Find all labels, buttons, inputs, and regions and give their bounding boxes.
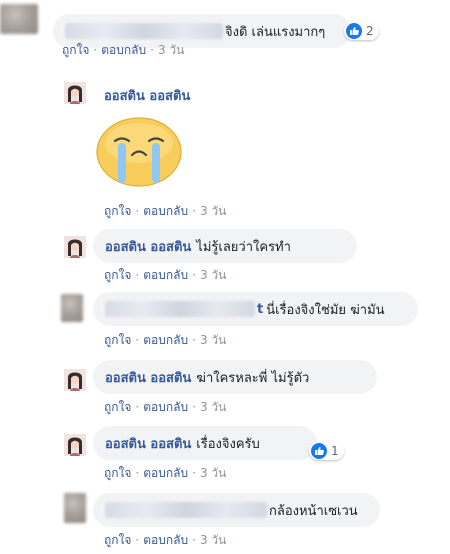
like-link[interactable]: ถูกใจ bbox=[104, 333, 131, 347]
author-name[interactable]: ออสติน ออสติน bbox=[105, 433, 191, 454]
reply-link[interactable]: ตอบกลับ bbox=[101, 43, 146, 57]
timestamp[interactable]: 3 วัน bbox=[200, 204, 226, 218]
comment-text: นี่เรื่องจิงใช่มัย ฆ่ามัน bbox=[266, 302, 385, 318]
like-link[interactable]: ถูกใจ bbox=[62, 43, 89, 57]
timestamp[interactable]: 3 วัน bbox=[200, 400, 226, 414]
timestamp[interactable]: 3 วัน bbox=[200, 466, 226, 480]
reaction-count[interactable]: 2 bbox=[344, 22, 379, 40]
timestamp[interactable]: 3 วัน bbox=[158, 43, 184, 57]
reply-link[interactable]: ตอบกลับ bbox=[143, 204, 188, 218]
comment-bubble: t นี่เรื่องจิงใช่มัย ฆ่ามัน bbox=[93, 292, 418, 326]
like-link[interactable]: ถูกใจ bbox=[104, 204, 131, 218]
like-icon bbox=[311, 443, 327, 459]
like-link[interactable]: ถูกใจ bbox=[104, 400, 131, 414]
timestamp[interactable]: 3 วัน bbox=[200, 533, 226, 547]
author-name-redacted[interactable] bbox=[105, 301, 255, 317]
avatar[interactable] bbox=[64, 434, 86, 456]
avatar-blurred[interactable] bbox=[0, 4, 38, 34]
reply-link[interactable]: ตอบกลับ bbox=[143, 466, 188, 480]
author-name[interactable]: ออสติน ออสติน bbox=[105, 367, 191, 388]
avatar[interactable] bbox=[64, 236, 86, 258]
crying-face-icon bbox=[96, 117, 182, 187]
comment-actions: ถูกใจ · ตอบกลับ · 3 วัน bbox=[104, 204, 227, 218]
reaction-count[interactable]: 1 bbox=[309, 442, 344, 460]
like-link[interactable]: ถูกใจ bbox=[104, 533, 131, 547]
comment-bubble: กล้องหน้าเซเวน bbox=[93, 493, 380, 527]
comment-text: กล้องหน้าเซเวน bbox=[269, 503, 358, 519]
like-link[interactable]: ถูกใจ bbox=[104, 466, 131, 480]
comment-actions: ถูกใจ · ตอบกลับ · 3 วัน bbox=[62, 43, 185, 57]
comment-bubble: ออสติน ออสติน เรื่องจิงครับ bbox=[93, 426, 317, 460]
comment-bubble: ออสติน ออสติน ไม่รู้เลยว่าใครทำ bbox=[93, 229, 357, 263]
comment-actions: ถูกใจ · ตอบกลับ · 3 วัน bbox=[104, 533, 227, 547]
timestamp[interactable]: 3 วัน bbox=[200, 333, 226, 347]
comment-actions: ถูกใจ · ตอบกลับ · 3 วัน bbox=[104, 268, 227, 282]
comment-text: ฆ่าใครหละพี่ ไม่รู้ตัว bbox=[196, 370, 310, 386]
comment-text: เรื่องจิงครับ bbox=[196, 436, 260, 452]
author-name-redacted[interactable] bbox=[65, 23, 223, 39]
reply-link[interactable]: ตอบกลับ bbox=[143, 533, 188, 547]
comment-actions: ถูกใจ · ตอบกลับ · 3 วัน bbox=[104, 333, 227, 347]
avatar[interactable] bbox=[64, 369, 86, 391]
avatar[interactable] bbox=[64, 82, 86, 104]
comment-bubble: ออสติน ออสติน ฆ่าใครหละพี่ ไม่รู้ตัว bbox=[93, 360, 377, 394]
like-icon bbox=[346, 23, 362, 39]
author-name[interactable]: ออสติน ออสติน bbox=[105, 236, 191, 257]
comment-actions: ถูกใจ · ตอบกลับ · 3 วัน bbox=[104, 466, 227, 480]
comment-text: ไม่รู้เลยว่าใครทำ bbox=[196, 239, 291, 255]
avatar-blurred[interactable] bbox=[64, 493, 86, 523]
reply-link[interactable]: ตอบกลับ bbox=[143, 268, 188, 282]
sticker bbox=[96, 115, 182, 187]
avatar-blurred[interactable] bbox=[61, 294, 83, 322]
comment-actions: ถูกใจ · ตอบกลับ · 3 วัน bbox=[104, 400, 227, 414]
author-name-redacted[interactable] bbox=[105, 502, 267, 518]
like-link[interactable]: ถูกใจ bbox=[104, 268, 131, 282]
author-name[interactable]: ออสติน ออสติน bbox=[104, 85, 190, 106]
reply-link[interactable]: ตอบกลับ bbox=[143, 400, 188, 414]
timestamp[interactable]: 3 วัน bbox=[200, 268, 226, 282]
reply-link[interactable]: ตอบกลับ bbox=[143, 333, 188, 347]
comment-text: จิงดิ เล่นแรงมากๆ bbox=[225, 24, 326, 40]
